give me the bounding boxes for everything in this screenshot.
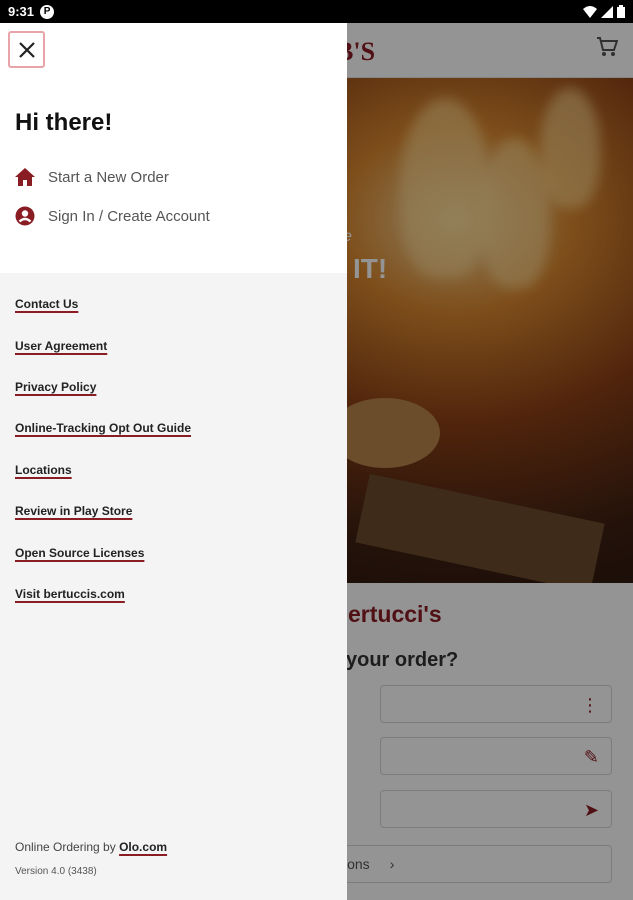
- greeting: Hi there!: [15, 109, 113, 136]
- start-new-order-label: Start a New Order: [48, 168, 169, 186]
- locations-link[interactable]: Locations: [15, 463, 72, 477]
- visit-website-link[interactable]: Visit bertuccis.com: [15, 587, 125, 601]
- credit-prefix: Online Ordering by: [15, 840, 120, 854]
- status-icons: [583, 5, 625, 18]
- account-circle-icon: [15, 206, 35, 226]
- user-agreement-link[interactable]: User Agreement: [15, 339, 107, 353]
- open-source-licenses-link[interactable]: Open Source Licenses: [15, 546, 144, 560]
- wifi-icon: [583, 5, 597, 18]
- drawer-header: Hi there! Start a New Order Sign In / Cr…: [0, 23, 347, 273]
- close-icon: [18, 41, 35, 58]
- battery-icon: [617, 5, 625, 18]
- status-time: 9:31: [8, 4, 35, 19]
- sign-in-item[interactable]: Sign In / Create Account: [15, 206, 210, 226]
- olo-link[interactable]: Olo.com: [119, 840, 167, 854]
- home-icon: [15, 167, 35, 187]
- close-button[interactable]: [8, 31, 45, 68]
- privacy-policy-link[interactable]: Privacy Policy: [15, 380, 96, 394]
- sign-in-label: Sign In / Create Account: [48, 207, 210, 225]
- app-notification-icon: P: [40, 4, 55, 19]
- signal-icon: [601, 5, 613, 18]
- review-play-store-link[interactable]: Review in Play Store: [15, 504, 132, 518]
- contact-us-link[interactable]: Contact Us: [15, 297, 78, 311]
- app-version: Version 4.0 (3438): [15, 866, 97, 877]
- tracking-opt-out-link[interactable]: Online-Tracking Opt Out Guide: [15, 421, 191, 435]
- online-ordering-credit: Online Ordering by Olo.com: [15, 840, 167, 854]
- start-new-order-item[interactable]: Start a New Order: [15, 167, 169, 187]
- status-bar: 9:31 P: [0, 0, 633, 23]
- navigation-drawer: Hi there! Start a New Order Sign In / Cr…: [0, 23, 347, 900]
